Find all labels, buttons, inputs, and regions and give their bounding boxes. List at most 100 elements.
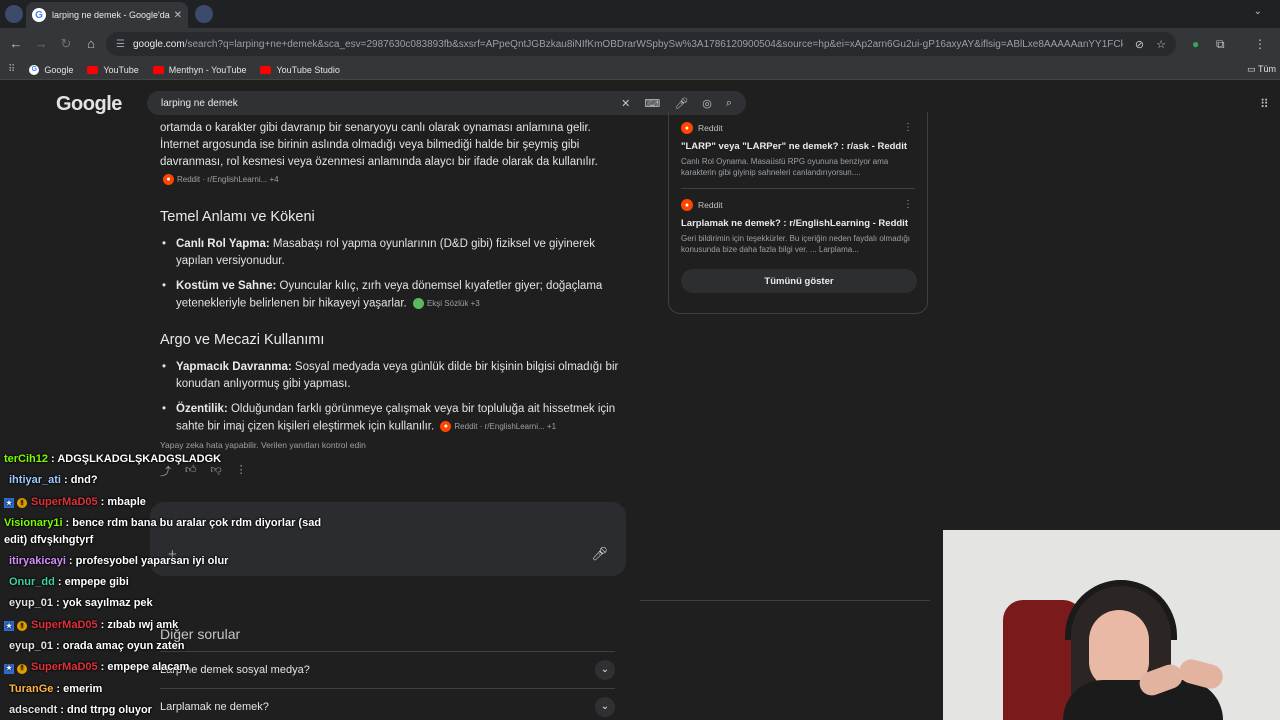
chat-message-body: TuranGe: emerim [4,679,102,700]
new-tab-button[interactable] [195,5,213,23]
chat-text: ADGŞLKADGLŞKADGŞLADGK [57,453,222,465]
youtube-icon [87,65,99,74]
warning-badge-icon: ! [17,621,27,632]
chat-username: Onur_dd [9,576,55,589]
chat-message: ihtiyar_ati: dnd? [0,470,340,491]
reddit-icon: ● [681,199,693,211]
chat-message-body: ihtiyar_ati: dnd? [4,470,98,491]
tab-title: larping ne demek - Google'da A [52,10,170,20]
extension-icon[interactable]: ● [1192,37,1199,51]
bookmark-youtube[interactable]: YouTube [87,65,139,75]
bookmark-google[interactable]: G Google [29,64,73,75]
url-bar[interactable]: ☰ google.com/search?q=larping+ne+demek&s… [106,32,1176,56]
reddit-icon: ● [681,122,693,134]
stream-chat-overlay: terCih12: ADGŞLKADGLŞKADGŞLADGK ihtiyar_a… [0,449,340,720]
section-heading: Temel Anlamı ve Kökeni [160,208,315,225]
chat-message-body: itiryakicayi: profesyobel yaparsan iyi o… [4,551,228,572]
clear-icon[interactable]: ✕ [621,97,630,110]
search-box[interactable]: larping ne demek ✕ ⌨ 🎤︎ ◎ ⌕ [147,91,746,115]
chat-text: emerim [63,682,103,695]
list-item: Canlı Rol Yapma: Masabaşı rol yapma oyun… [160,236,620,270]
reload-icon[interactable]: ↻ [58,36,74,52]
chat-message: eyup_01: orada amaç oyun zaten [0,636,340,657]
chat-message-body: ★! SuperMaD05: empepe alacam [4,657,189,678]
eksi-sozluk-icon [412,297,424,309]
chat-separator: : [56,597,63,610]
toolbar: ← → ↻ ⌂ ☰ google.com/search?q=larping+ne… [0,28,1280,60]
lens-icon[interactable]: ◎ [702,97,712,110]
forward-icon[interactable]: → [33,36,49,52]
chat-username: eyup_01 [9,597,54,610]
source-site: ● Reddit [681,122,915,134]
url-path: /search?q=larping+ne+demek&sca_esv=29876… [184,38,1123,50]
chevron-down-icon[interactable]: ⌄ [595,659,615,680]
bookmark-menthyn[interactable]: Menthyn - YouTube [152,65,246,75]
chat-separator: : [56,640,63,653]
bookmark-youtube-studio[interactable]: YouTube Studio [260,65,340,75]
bookmark-star-icon[interactable]: ☆ [1156,38,1166,51]
home-icon[interactable]: ⌂ [83,36,99,52]
chat-text: mbaple [107,495,146,508]
chat-separator: : [57,576,65,589]
divider [640,600,930,601]
chat-message: ★! SuperMaD05: mbaple [0,492,340,513]
search-input[interactable]: larping ne demek [161,98,607,109]
section-heading: Argo ve Mecazi Kullanımı [160,332,325,349]
source-snippet: Canlı Rol Oynama. Masaüstü RPG oyununa b… [681,157,889,177]
menu-icon[interactable]: ⋮ [1254,37,1266,51]
chat-message-body: ★! SuperMaD05: zıbab ıwj amk [4,615,178,636]
star-badge-icon: ★ [4,498,14,509]
webcam-overlay [943,530,1280,720]
keyboard-icon[interactable]: ⌨ [644,97,660,110]
search-icon[interactable]: ⌕ [726,97,732,110]
site-info-icon[interactable]: ☰ [116,39,125,50]
source-title[interactable]: "LARP" veya "LARPer" ne demek? : r/ask -… [681,140,915,153]
close-icon[interactable]: ✕ [174,10,182,21]
warning-badge-icon: ! [17,664,27,675]
source-title[interactable]: Larplamak ne demek? : r/EnglishLearning … [681,217,915,230]
chat-message: Onur_dd: empepe gibi [0,572,340,593]
more-options-icon[interactable]: ⋮ [903,122,913,133]
chat-username: SuperMaD05 [31,661,98,674]
mic-icon[interactable]: 🎤︎ [674,97,688,110]
mic-icon[interactable]: 🎤︎ [591,546,608,562]
chat-username: SuperMaD05 [31,618,98,631]
chat-message: itiryakicayi: profesyobel yaparsan iyi o… [0,551,340,572]
source-card[interactable]: ● Reddit ⋮ Larplamak ne demek? : r/Englis… [681,199,915,255]
eye-off-icon[interactable]: ⊘ [1135,38,1144,51]
chat-username: eyup_01 [9,640,54,653]
chat-username: itiryakicayi [9,554,66,567]
all-bookmarks[interactable]: ▭ Tüm [1247,64,1276,75]
chat-message: terCih12: ADGŞLKADGLŞKADGŞLADGK [0,449,340,470]
back-icon[interactable]: ← [8,36,24,52]
extensions-puzzle-icon[interactable]: ⧉ [1216,37,1225,52]
more-options-icon[interactable]: ⋮ [903,199,913,210]
source-site: ● Reddit [681,199,915,211]
youtube-studio-icon [260,65,272,74]
apps-icon[interactable]: ⠿ [8,64,15,75]
profile-dot[interactable] [5,5,23,23]
intro-paragraph: ortamda o karakter gibi davranıp bir sen… [160,120,620,189]
section2-list: Yapmacık Davranma: Sosyal medyada veya g… [160,359,620,436]
chat-message-body: adscendt: dnd ttrpg oluyor [4,700,152,720]
chat-separator: : [63,474,71,487]
chat-text: dnd ttrpg oluyor [67,703,152,716]
chevron-down-icon[interactable]: ⌄ [595,696,615,717]
chevron-down-icon[interactable]: ⌄ [1254,6,1262,17]
show-all-button[interactable]: Tümünü göster [681,269,917,293]
active-tab[interactable]: G larping ne demek - Google'da A ✕ [26,2,188,28]
star-badge-icon: ★ [4,621,14,632]
chat-message-body: terCih12: ADGŞLKADGLŞKADGŞLADGK [4,449,221,470]
source-chip[interactable]: ● Reddit · r/EnglishLearni... +1 [440,418,556,435]
divider [681,188,915,189]
google-apps-icon[interactable]: ⠿ [1260,97,1269,111]
source-chip[interactable]: Ekşi Sözlük +3 [412,295,480,312]
chat-text: empepe gibi [64,576,129,589]
chat-message: TuranGe: emerim [0,679,340,700]
chat-message: ★! SuperMaD05: zıbab ıwj amk [0,615,340,636]
source-chip[interactable]: ● Reddit · r/EnglishLearni... +4 [163,171,279,188]
source-card[interactable]: ● Reddit ⋮ "LARP" veya "LARPer" ne demek?… [681,122,915,178]
sources-panel: ● Reddit ⋮ "LARP" veya "LARPer" ne demek?… [668,112,928,314]
google-logo[interactable]: Google [56,93,122,116]
ai-overview: ortamda o karakter gibi davranıp bir sen… [160,120,620,444]
